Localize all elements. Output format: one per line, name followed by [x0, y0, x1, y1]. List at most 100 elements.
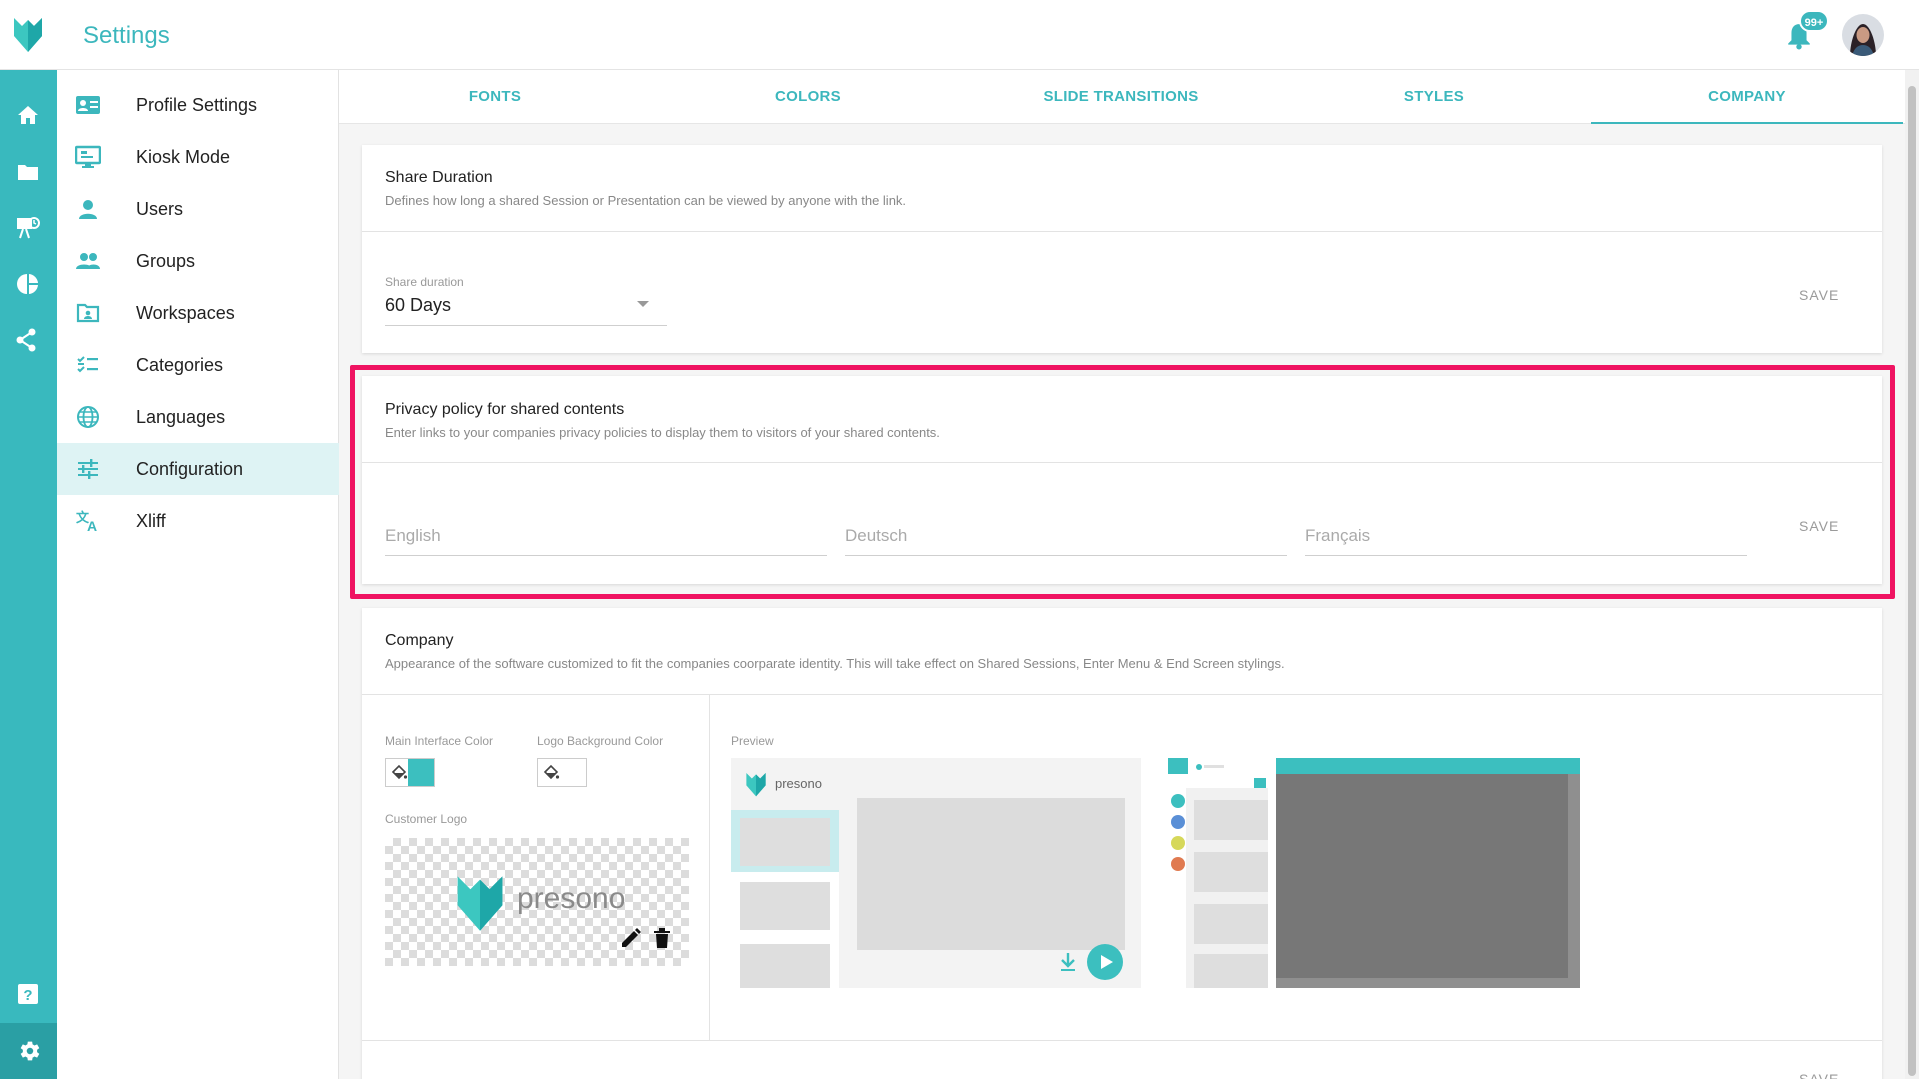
preview-stage-header [1276, 758, 1580, 774]
delete-icon[interactable] [651, 926, 673, 950]
sidebar-item-label: Languages [136, 406, 226, 427]
sidebar-item-configuration[interactable]: Configuration [57, 443, 339, 495]
logo-bg-color-label: Logo Background Color [537, 734, 664, 748]
sidebar-item-label: Configuration [136, 458, 244, 479]
sidebar-item-groups[interactable]: Groups [57, 235, 339, 287]
tab-slide-transitions[interactable]: SLIDE TRANSITIONS [965, 70, 1277, 124]
paint-bucket-icon [543, 764, 560, 780]
privacy-url-english-input[interactable] [385, 516, 827, 556]
share-duration-card: Share Duration Defines how long a shared… [362, 145, 1882, 353]
workspace-icon [75, 300, 101, 326]
home-icon[interactable] [13, 100, 43, 130]
preview-end-screen [1168, 758, 1580, 988]
pie-chart-icon[interactable] [13, 269, 43, 299]
sidebar-item-workspaces[interactable]: Workspaces [57, 287, 339, 339]
sidebar-item-label: Kiosk Mode [136, 146, 231, 167]
tab-styles[interactable]: STYLES [1278, 70, 1590, 124]
share-duration-select[interactable]: 60 Days [385, 293, 667, 326]
main-content: FONTS COLORS SLIDE TRANSITIONS STYLES CO… [339, 70, 1905, 1079]
card-description: Enter links to your companies privacy po… [385, 425, 940, 440]
help-icon[interactable]: ? [13, 979, 43, 1009]
sidebar-item-label: Groups [136, 250, 196, 271]
folder-icon[interactable] [13, 157, 43, 187]
logo-bg-color-swatch [560, 759, 586, 786]
scrollbar-thumb[interactable] [1908, 86, 1916, 1076]
preview-list-item [1194, 904, 1268, 944]
sidebar-item-xliff[interactable]: 文A Xliff [57, 495, 339, 547]
page-title: Settings [83, 22, 170, 49]
save-button[interactable]: SAVE [1799, 287, 1839, 303]
profile-card-icon [75, 92, 101, 118]
main-color-picker[interactable] [385, 758, 435, 787]
sidebar-item-label: Xliff [136, 510, 166, 531]
preview-dot [1196, 764, 1202, 770]
globe-icon [75, 404, 101, 430]
vertical-divider [709, 695, 710, 1040]
sidebar-item-label: Categories [136, 354, 224, 375]
edit-icon[interactable] [619, 926, 643, 950]
sidebar-item-users[interactable]: Users [57, 183, 339, 235]
preview-thumbnail [740, 882, 830, 930]
settings-sidebar: Profile Settings Kiosk Mode Users Groups… [57, 70, 339, 1079]
preview-menu-icon [1168, 758, 1188, 774]
share-duration-label: Share duration [385, 275, 464, 289]
preview-list-item [1194, 800, 1268, 840]
card-description: Defines how long a shared Session or Pre… [385, 193, 907, 208]
customer-logo-upload[interactable]: presono [385, 838, 689, 966]
preview-color-dot-blue [1171, 815, 1185, 829]
privacy-policy-card: Privacy policy for shared contents Enter… [362, 376, 1882, 584]
card-title: Privacy policy for shared contents [385, 401, 625, 418]
tab-colors[interactable]: COLORS [652, 70, 964, 124]
sidebar-item-profile-settings[interactable]: Profile Settings [57, 79, 339, 131]
save-button[interactable]: SAVE [1799, 1071, 1839, 1079]
preview-logo-text: presono [775, 776, 822, 791]
preview-list-item [1194, 852, 1268, 892]
divider [362, 1040, 1882, 1041]
divider [362, 462, 1882, 463]
kiosk-icon [75, 144, 101, 170]
card-title: Company [385, 632, 454, 649]
divider [362, 231, 1882, 232]
preview-thumbnail [740, 818, 830, 866]
presono-logo[interactable] [12, 14, 44, 54]
svg-text:?: ? [23, 987, 32, 1004]
preview-slide [857, 798, 1125, 950]
customer-logo-text: presono [517, 882, 626, 915]
divider [362, 694, 1882, 695]
main-color-label: Main Interface Color [385, 734, 494, 748]
play-icon [1087, 944, 1123, 980]
preview-color-dot-teal [1171, 794, 1185, 808]
preview-thumbnail [740, 944, 830, 988]
top-bar: Settings 99+ [0, 0, 1919, 70]
user-icon [75, 196, 101, 222]
share-duration-value: 60 Days [385, 295, 452, 315]
privacy-url-deutsch-input[interactable] [845, 516, 1287, 556]
sidebar-item-label: Profile Settings [136, 94, 258, 115]
presono-logo-mark [457, 876, 503, 931]
save-button[interactable]: SAVE [1799, 518, 1839, 534]
sidebar-item-label: Workspaces [136, 302, 235, 323]
preview-color-dot-yellow [1171, 836, 1185, 850]
sliders-icon [75, 456, 101, 482]
sidebar-item-label: Users [136, 198, 184, 219]
tab-fonts[interactable]: FONTS [339, 70, 651, 124]
gear-icon[interactable] [0, 1023, 57, 1079]
sidebar-item-languages[interactable]: Languages [57, 391, 339, 443]
categories-icon [75, 352, 101, 378]
privacy-url-francais-input[interactable] [1305, 516, 1747, 556]
sidebar-item-kiosk-mode[interactable]: Kiosk Mode [57, 131, 339, 183]
preview-line [1204, 765, 1224, 768]
sidebar-item-categories[interactable]: Categories [57, 339, 339, 391]
preview-shared-session: presono [731, 758, 1141, 988]
presentation-icon[interactable] [13, 213, 43, 243]
preview-label: Preview [731, 734, 774, 748]
card-description: Appearance of the software customized to… [385, 656, 1285, 671]
icon-rail: ? [0, 70, 57, 1079]
share-icon[interactable] [13, 326, 43, 356]
logo-bg-color-picker[interactable] [537, 758, 587, 787]
avatar[interactable] [1842, 14, 1884, 56]
scrollbar[interactable] [1905, 70, 1919, 1079]
translate-icon: 文A [75, 508, 101, 534]
tab-company[interactable]: COMPANY [1591, 70, 1903, 124]
download-icon [1061, 953, 1075, 971]
